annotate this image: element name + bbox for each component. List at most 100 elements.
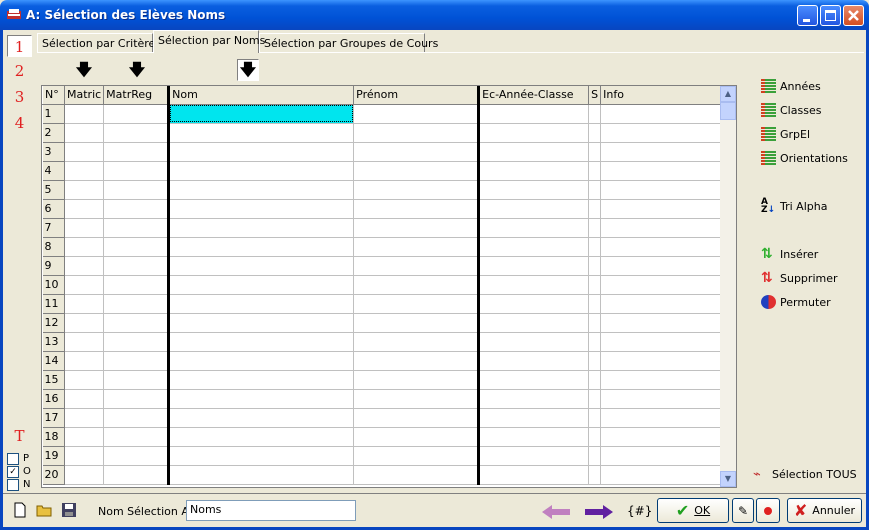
cell-matrreg[interactable] [103, 180, 171, 200]
cell-info[interactable] [600, 142, 722, 162]
selection-tous-button[interactable]: ⌁ Sélection TOUS [753, 464, 857, 484]
hash-button[interactable]: {#} [627, 504, 652, 518]
cell-matrreg[interactable] [103, 294, 171, 314]
cell-nom[interactable] [168, 446, 355, 466]
cell-nom[interactable] [168, 389, 355, 409]
table-row[interactable]: 17 [42, 408, 722, 428]
orientations-button[interactable]: Orientations [761, 148, 848, 168]
cell-info[interactable] [600, 446, 722, 466]
table-row[interactable]: 8 [42, 237, 722, 257]
scroll-up-icon[interactable]: ▲ [720, 86, 736, 102]
cell-matric[interactable] [64, 294, 105, 314]
cell-matrreg[interactable] [103, 313, 171, 333]
cell-matric[interactable] [64, 142, 105, 162]
table-row[interactable]: 11 [42, 294, 722, 314]
ok-button[interactable]: ✔ OK [657, 498, 729, 523]
grpel-button[interactable]: GrpEl [761, 124, 810, 144]
col-header-prenom[interactable]: Prénom [353, 86, 481, 105]
cell-info[interactable] [600, 123, 722, 143]
cell-prenom[interactable] [353, 237, 481, 257]
col-header-matrreg[interactable]: MatrReg [103, 86, 171, 105]
cell-nom[interactable] [168, 408, 355, 428]
tab-groupes-cours[interactable]: Sélection par Groupes de Cours [259, 33, 438, 53]
cell-classe[interactable] [478, 465, 590, 485]
close-button[interactable] [843, 5, 864, 26]
cell-matrreg[interactable] [103, 237, 171, 257]
cell-matrreg[interactable] [103, 427, 171, 447]
cell-matrreg[interactable] [103, 389, 171, 409]
minimize-button[interactable] [797, 5, 818, 26]
table-row[interactable]: 19 [42, 446, 722, 466]
cell-nom[interactable] [168, 313, 355, 333]
cell-info[interactable] [600, 294, 722, 314]
cell-info[interactable] [600, 370, 722, 390]
cell-matrreg[interactable] [103, 218, 171, 238]
cell-matric[interactable] [64, 465, 105, 485]
col-header-matric[interactable]: Matric [63, 86, 105, 105]
cell-matrreg[interactable] [103, 465, 171, 485]
table-row[interactable]: 15 [42, 370, 722, 390]
cell-nom[interactable] [168, 123, 355, 143]
cell-info[interactable] [600, 427, 722, 447]
table-row[interactable]: 9 [42, 256, 722, 276]
cell-prenom[interactable] [353, 218, 481, 238]
selection-2-button[interactable]: 2 [7, 60, 32, 82]
cell-classe[interactable] [478, 237, 590, 257]
grid-vertical-scrollbar[interactable]: ▲ ▼ [720, 86, 736, 487]
cell-info[interactable] [600, 256, 722, 276]
scroll-thumb[interactable] [720, 102, 736, 120]
cell-info[interactable] [600, 218, 722, 238]
cell-matric[interactable] [64, 313, 105, 333]
cell-prenom[interactable] [353, 275, 481, 295]
cell-info[interactable] [600, 332, 722, 352]
tri-alpha-button[interactable]: A Z↓ Tri Alpha [761, 196, 827, 216]
nom-selection-input[interactable]: Noms [186, 500, 356, 521]
cell-info[interactable] [600, 104, 722, 124]
cell-matric[interactable] [64, 218, 105, 238]
table-row[interactable]: 14 [42, 351, 722, 371]
cell-nom[interactable] [168, 199, 355, 219]
cell-info[interactable] [600, 161, 722, 181]
cell-matric[interactable] [64, 351, 105, 371]
edit-button[interactable]: ✎ [732, 498, 754, 523]
t-button[interactable]: T [7, 425, 32, 447]
col-header-info[interactable]: Info [600, 86, 722, 105]
cell-s[interactable] [588, 123, 602, 143]
cell-matric[interactable] [64, 446, 105, 466]
table-row[interactable]: 12 [42, 313, 722, 333]
sort-matrreg-arrow-icon[interactable]: 🡇 [128, 61, 146, 79]
cell-prenom[interactable] [353, 427, 481, 447]
cell-matric[interactable] [64, 123, 105, 143]
table-row[interactable]: 3 [42, 142, 722, 162]
cell-info[interactable] [600, 389, 722, 409]
cell-matrreg[interactable] [103, 142, 171, 162]
cell-s[interactable] [588, 389, 602, 409]
record-button[interactable] [756, 498, 780, 523]
cell-s[interactable] [588, 180, 602, 200]
cell-info[interactable] [600, 180, 722, 200]
cell-matric[interactable] [64, 161, 105, 181]
cell-nom[interactable] [168, 180, 355, 200]
cell-nom[interactable] [168, 218, 355, 238]
cell-matric[interactable] [64, 237, 105, 257]
col-header-s[interactable]: S [588, 86, 602, 105]
cell-classe[interactable] [478, 199, 590, 219]
permuter-button[interactable]: Permuter [761, 292, 831, 312]
cell-classe[interactable] [478, 351, 590, 371]
cell-info[interactable] [600, 351, 722, 371]
table-row[interactable]: 16 [42, 389, 722, 409]
cell-s[interactable] [588, 408, 602, 428]
cell-s[interactable] [588, 465, 602, 485]
cell-classe[interactable] [478, 313, 590, 333]
cell-matric[interactable] [64, 370, 105, 390]
selection-1-button[interactable]: 1 [7, 35, 32, 57]
cell-s[interactable] [588, 294, 602, 314]
cell-matric[interactable] [64, 389, 105, 409]
cell-info[interactable] [600, 408, 722, 428]
cell-classe[interactable] [478, 142, 590, 162]
cell-s[interactable] [588, 104, 602, 124]
cell-s[interactable] [588, 313, 602, 333]
annees-button[interactable]: Années [761, 76, 821, 96]
cell-matric[interactable] [64, 104, 105, 124]
cell-nom[interactable] [168, 370, 355, 390]
